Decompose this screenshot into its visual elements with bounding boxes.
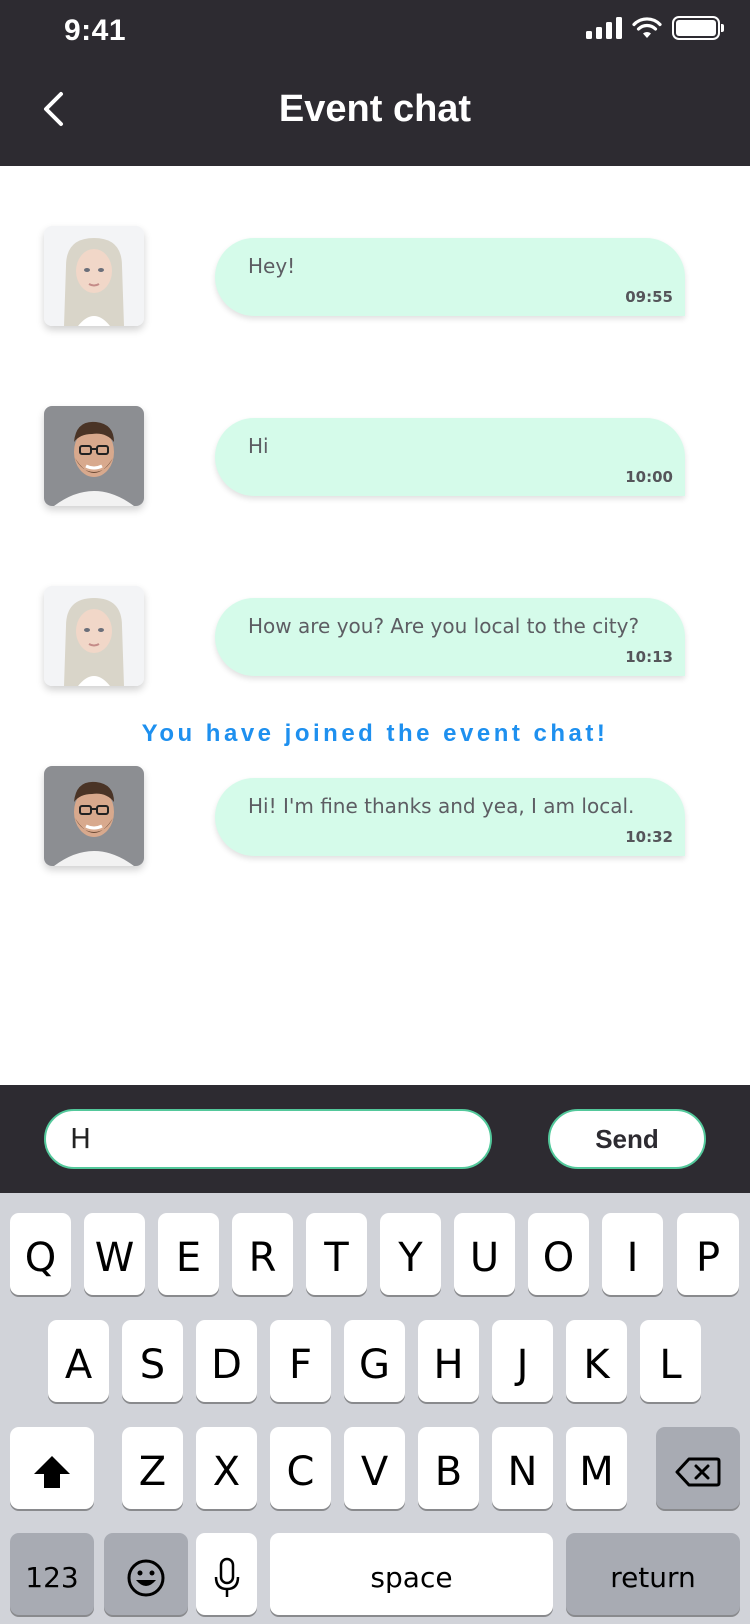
bearded-man-avatar [44, 766, 144, 866]
key-s[interactable]: S [122, 1320, 183, 1402]
key-w[interactable]: W [84, 1213, 145, 1295]
avatar[interactable] [44, 766, 144, 866]
key-n[interactable]: N [492, 1427, 553, 1509]
key-y[interactable]: Y [380, 1213, 441, 1295]
key-q[interactable]: Q [10, 1213, 71, 1295]
message-text: Hi [248, 434, 269, 458]
key-j[interactable]: J [492, 1320, 553, 1402]
battery-icon [672, 16, 724, 40]
joined-notice: You have joined the event chat! [141, 720, 609, 747]
chat-message: How are you? Are you local to the city? … [0, 586, 750, 686]
key-f[interactable]: F [270, 1320, 331, 1402]
chat-message: Hi 10:00 [0, 406, 750, 506]
message-time: 10:32 [625, 828, 673, 846]
avatar[interactable] [44, 406, 144, 506]
key-t[interactable]: T [306, 1213, 367, 1295]
message-input[interactable]: H [44, 1109, 492, 1169]
key-u[interactable]: U [454, 1213, 515, 1295]
message-bubble[interactable]: Hi 10:00 [215, 418, 685, 496]
space-key[interactable]: space [270, 1533, 553, 1615]
page-title: Event chat [278, 88, 472, 130]
key-r[interactable]: R [232, 1213, 293, 1295]
wifi-icon [632, 17, 662, 38]
key-o[interactable]: O [528, 1213, 589, 1295]
key-g[interactable]: G [344, 1320, 405, 1402]
chat-message: Hi! I'm fine thanks and yea, I am local.… [0, 766, 750, 866]
backspace-icon [675, 1457, 721, 1487]
avatar[interactable] [44, 586, 144, 686]
send-button[interactable]: Send [548, 1109, 706, 1169]
emoji-icon [127, 1559, 165, 1597]
return-key[interactable]: return [566, 1533, 740, 1615]
key-m[interactable]: M [566, 1427, 627, 1509]
status-icons [586, 16, 724, 40]
key-b[interactable]: B [418, 1427, 479, 1509]
blonde-woman-avatar [44, 226, 144, 326]
key-h[interactable]: H [418, 1320, 479, 1402]
cellular-signal-icon [586, 17, 622, 39]
message-bubble[interactable]: Hi! I'm fine thanks and yea, I am local.… [215, 778, 685, 856]
message-time: 09:55 [625, 288, 673, 306]
key-d[interactable]: D [196, 1320, 257, 1402]
blonde-woman-avatar [44, 586, 144, 686]
key-x[interactable]: X [196, 1427, 257, 1509]
message-text: How are you? Are you local to the city? [248, 614, 640, 638]
shift-arrow-icon [34, 1456, 70, 1488]
key-e[interactable]: E [158, 1213, 219, 1295]
key-a[interactable]: A [48, 1320, 109, 1402]
message-bubble[interactable]: Hey! 09:55 [215, 238, 685, 316]
key-c[interactable]: C [270, 1427, 331, 1509]
chat-message: Hey! 09:55 [0, 226, 750, 326]
message-time: 10:13 [625, 648, 673, 666]
shift-key[interactable] [10, 1427, 94, 1509]
compose-bar: H Send [0, 1085, 750, 1193]
message-text: Hey! [248, 254, 296, 278]
key-p[interactable]: P [677, 1213, 739, 1295]
delete-key[interactable] [656, 1427, 740, 1509]
top-bar: 9:41 Event chat [0, 0, 750, 166]
message-text: Hi! I'm fine thanks and yea, I am local. [248, 794, 635, 818]
avatar[interactable] [44, 226, 144, 326]
microphone-icon [214, 1557, 239, 1597]
bearded-man-avatar [44, 406, 144, 506]
key-z[interactable]: Z [122, 1427, 183, 1509]
status-time: 9:41 [64, 14, 127, 47]
keyboard: Q W E R T Y U O I P A S D F G H J K L Z … [0, 1193, 750, 1624]
key-k[interactable]: K [566, 1320, 627, 1402]
numbers-key[interactable]: 123 [10, 1533, 94, 1615]
key-i[interactable]: I [602, 1213, 663, 1295]
emoji-key[interactable] [104, 1533, 188, 1615]
message-time: 10:00 [625, 468, 673, 486]
message-bubble[interactable]: How are you? Are you local to the city? … [215, 598, 685, 676]
key-l[interactable]: L [640, 1320, 701, 1402]
key-v[interactable]: V [344, 1427, 405, 1509]
dictation-key[interactable] [196, 1533, 257, 1615]
